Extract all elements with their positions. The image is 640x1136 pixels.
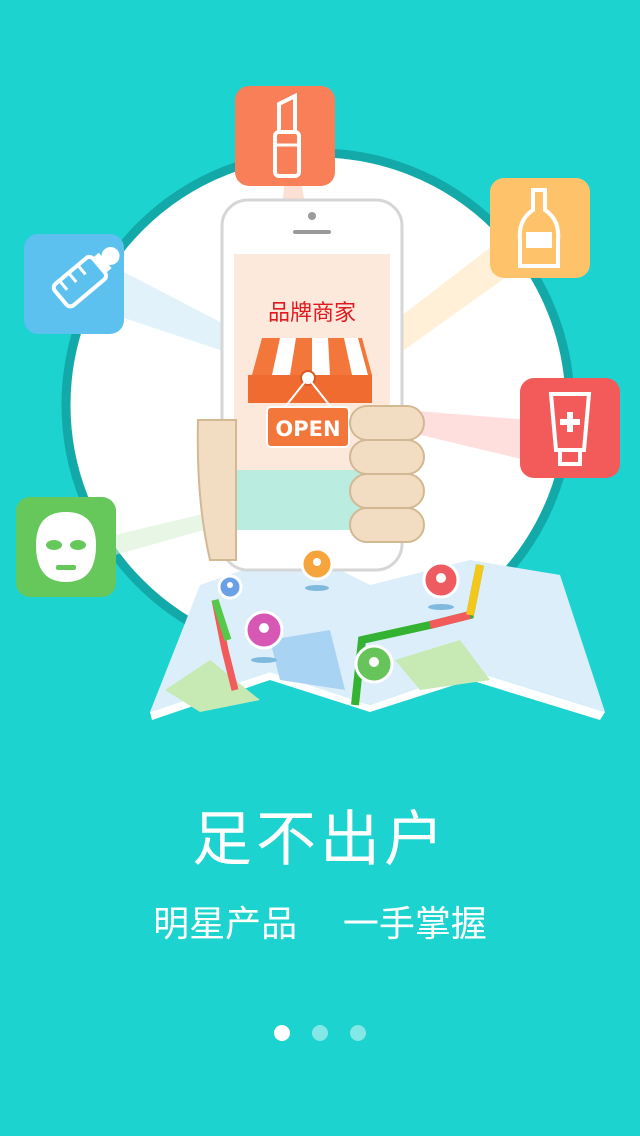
page-dot-3[interactable] xyxy=(350,1025,366,1041)
headline: 足不出户 xyxy=(192,805,448,875)
lipstick-icon xyxy=(235,86,335,186)
baby-bottle-icon xyxy=(24,234,124,334)
bottle-icon xyxy=(490,178,590,278)
page-indicator[interactable] xyxy=(0,1025,640,1045)
page-dot-2[interactable] xyxy=(312,1025,328,1041)
store-sign-title: 品牌商家 xyxy=(268,301,356,326)
intro-illustration: 品牌商家 OPEN xyxy=(16,86,620,720)
open-sign-text: OPEN xyxy=(275,417,340,441)
subheadline: 明星产品 一手掌握 xyxy=(153,904,487,945)
page-dot-1[interactable] xyxy=(274,1025,290,1041)
face-mask-icon xyxy=(16,497,116,597)
cream-tube-icon xyxy=(520,378,620,478)
map-pin-blue xyxy=(217,574,243,600)
map-pin-green xyxy=(354,644,394,684)
shop-awning xyxy=(248,338,372,408)
